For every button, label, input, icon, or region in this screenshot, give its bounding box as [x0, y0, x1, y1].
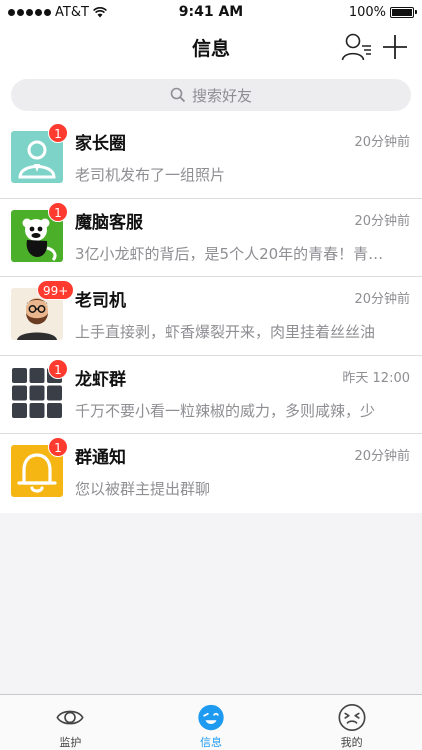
wifi-icon	[92, 6, 107, 17]
chat-preview: 上手直接剥，虾香爆裂开来，肉里挂着丝丝油	[75, 323, 376, 341]
carrier-signal: AT&T	[8, 5, 107, 20]
chat-row-old-driver[interactable]: 99+ 老司机 20分钟前 上手直接剥，虾香爆裂开来，肉里挂着丝丝油	[0, 277, 422, 356]
chat-time: 20分钟前	[354, 292, 410, 307]
status-bar: AT&T 9:41 AM 100%	[0, 0, 422, 24]
clock: 9:41 AM	[178, 4, 244, 20]
chat-list: 1 家长圈 20分钟前 老司机发布了一组照片 1 魔脑客服 20分钟前 3亿小龙…	[0, 120, 422, 513]
nav-bar: 信息	[0, 24, 422, 70]
chat-preview: 千万不要小看一粒辣椒的威力，多则咸辣，少	[75, 401, 376, 420]
unread-badge: 99+	[37, 280, 75, 300]
eye-icon	[56, 710, 84, 725]
search-bar: 搜索好友	[0, 70, 422, 120]
chat-name: 魔脑客服	[75, 212, 143, 233]
chat-preview: 老司机发布了一组照片	[75, 166, 226, 184]
search-placeholder: 搜索好友	[191, 86, 252, 105]
squint-face-icon	[338, 703, 366, 732]
chat-row-crayfish-group[interactable]: 1 龙虾群 昨天 12:00 千万不要小看一粒辣椒的威力，多则咸辣，少	[0, 356, 422, 434]
carrier-label: AT&T	[55, 4, 89, 20]
chat-row-parents-circle[interactable]: 1 家长圈 20分钟前 老司机发布了一组照片	[0, 120, 422, 199]
tab-messages[interactable]: 信息	[141, 695, 282, 750]
chat-time: 20分钟前	[354, 135, 410, 150]
tab-label: 我的	[340, 736, 363, 749]
unread-badge: 1	[48, 437, 68, 457]
signal-strength-icon	[8, 8, 51, 16]
unread-badge: 1	[48, 358, 68, 379]
tab-mine[interactable]: 我的	[281, 695, 422, 750]
chat-time: 昨天 12:00	[342, 370, 410, 386]
contacts-icon[interactable]	[341, 32, 373, 62]
chat-name: 群通知	[75, 448, 126, 468]
tab-bar: 监护 信息 我的	[0, 694, 422, 750]
chat-name: 老司机	[75, 291, 126, 311]
search-input[interactable]: 搜索好友	[11, 79, 411, 111]
search-icon	[170, 87, 186, 103]
chat-preview: 3亿小龙虾的背后，是5个人20年的青春！青…	[75, 244, 384, 263]
unread-badge: 1	[48, 123, 68, 143]
unread-badge: 1	[48, 201, 68, 222]
chat-name: 龙虾群	[75, 369, 126, 390]
battery-percent: 100%	[348, 4, 386, 20]
add-icon[interactable]	[382, 34, 408, 60]
battery-icon	[390, 6, 417, 18]
chat-time: 20分钟前	[354, 213, 410, 229]
chat-preview: 您以被群主提出群聊	[75, 480, 211, 498]
chat-row-group-notice[interactable]: 1 群通知 20分钟前 您以被群主提出群聊	[0, 434, 422, 513]
tab-label: 监护	[59, 736, 82, 749]
tab-label: 信息	[200, 736, 222, 749]
wink-face-icon	[198, 704, 224, 731]
chat-time: 20分钟前	[354, 449, 410, 464]
chat-row-customer-service[interactable]: 1 魔脑客服 20分钟前 3亿小龙虾的背后，是5个人20年的青春！青…	[0, 199, 422, 277]
tab-monitor[interactable]: 监护	[0, 695, 141, 750]
chat-name: 家长圈	[75, 134, 126, 154]
